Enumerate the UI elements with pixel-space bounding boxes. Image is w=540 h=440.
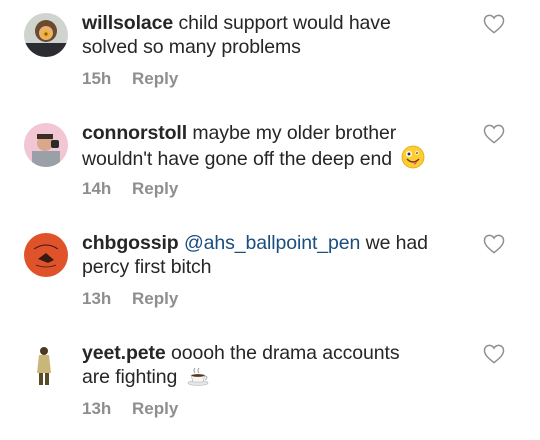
comment-username[interactable]: connorstoll bbox=[82, 122, 187, 144]
avatar-willsolace-icon bbox=[24, 13, 68, 57]
comment-body: maybe my older brother bbox=[192, 122, 397, 144]
reply-button[interactable]: Reply bbox=[132, 399, 178, 418]
comment-text: connorstoll maybe my older brother would… bbox=[82, 121, 452, 171]
comment-time: 13h bbox=[82, 399, 112, 418]
user-avatar[interactable] bbox=[24, 13, 68, 57]
comment-body-line2: solved so many problems bbox=[82, 36, 301, 58]
mention-link[interactable]: @ahs_ballpoint_pen bbox=[184, 232, 360, 254]
zany-face-emoji-icon bbox=[401, 145, 425, 169]
avatar-connorstoll-icon bbox=[24, 123, 68, 167]
like-heart-icon[interactable] bbox=[483, 14, 505, 34]
user-avatar[interactable] bbox=[24, 343, 68, 387]
comment-username[interactable]: willsolace bbox=[82, 12, 173, 34]
avatar-chbgossip-icon bbox=[24, 233, 68, 277]
comment-meta: 14h Reply bbox=[82, 179, 178, 199]
comment-text: willsolace child support would have solv… bbox=[82, 11, 452, 59]
comment-body: we had bbox=[365, 232, 428, 254]
comment-body-line2: percy first bitch bbox=[82, 256, 212, 278]
comment-item: connorstoll maybe my older brother would… bbox=[0, 110, 540, 220]
comment-time: 14h bbox=[82, 179, 112, 198]
like-heart-icon[interactable] bbox=[483, 124, 505, 144]
like-heart-icon[interactable] bbox=[483, 344, 505, 364]
user-avatar[interactable] bbox=[24, 123, 68, 167]
reply-button[interactable]: Reply bbox=[132, 289, 178, 308]
user-avatar[interactable] bbox=[24, 233, 68, 277]
comment-item: willsolace child support would have solv… bbox=[0, 0, 540, 110]
comment-text: yeet.pete ooooh the drama accounts are f… bbox=[82, 341, 452, 389]
like-heart-icon[interactable] bbox=[483, 234, 505, 254]
comment-username[interactable]: chbgossip bbox=[82, 232, 179, 254]
reply-button[interactable]: Reply bbox=[132, 179, 178, 198]
comment-meta: 15h Reply bbox=[82, 69, 178, 89]
comment-username[interactable]: yeet.pete bbox=[82, 342, 166, 364]
comment-text: chbgossip @ahs_ballpoint_pen we had perc… bbox=[82, 231, 452, 279]
comment-body-line2: are fighting bbox=[82, 366, 178, 388]
comment-body: ooooh the drama accounts bbox=[170, 342, 400, 364]
comment-meta: 13h Reply bbox=[82, 289, 178, 309]
comment-item: yeet.pete ooooh the drama accounts are f… bbox=[0, 330, 540, 440]
hot-beverage-emoji-icon bbox=[187, 367, 208, 386]
comment-item: chbgossip @ahs_ballpoint_pen we had perc… bbox=[0, 220, 540, 330]
comment-meta: 13h Reply bbox=[82, 399, 178, 419]
comment-body-line2: wouldn't have gone off the deep end bbox=[82, 148, 392, 170]
comment-time: 13h bbox=[82, 289, 112, 308]
reply-button[interactable]: Reply bbox=[132, 69, 178, 88]
avatar-yeetpete-icon bbox=[24, 343, 68, 387]
comment-time: 15h bbox=[82, 69, 112, 88]
comment-body: child support would have bbox=[178, 12, 391, 34]
